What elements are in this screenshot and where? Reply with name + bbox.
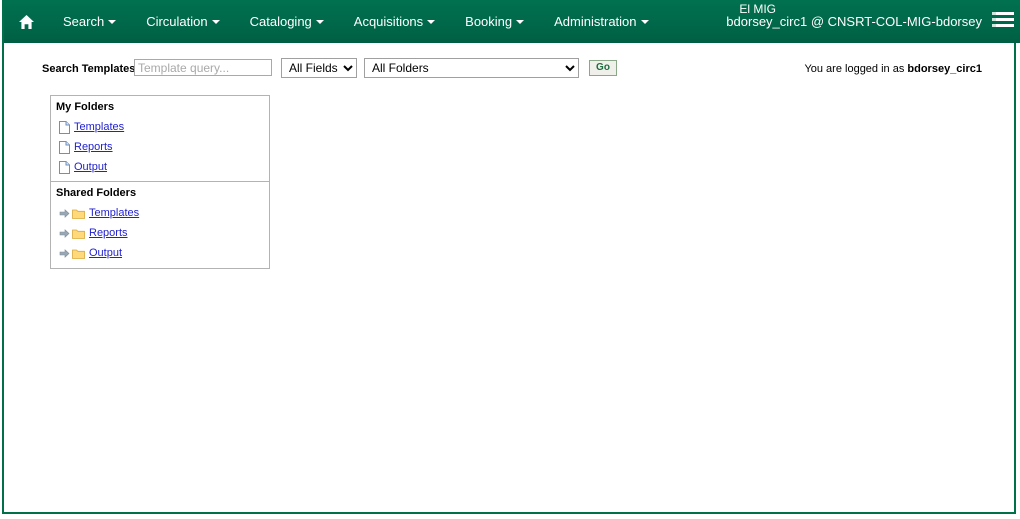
nav-menu-group: Search Circulation Cataloging Acquisitio… xyxy=(4,0,664,43)
top-navigation-bar: Search Circulation Cataloging Acquisitio… xyxy=(4,0,1020,43)
home-icon xyxy=(18,14,35,30)
home-button[interactable] xyxy=(4,0,48,43)
nav-item-circulation[interactable]: Circulation xyxy=(131,0,234,43)
search-field-select[interactable]: All Fields xyxy=(281,58,357,78)
folder-icon xyxy=(72,208,85,219)
my-folders-item-label[interactable]: Templates xyxy=(74,121,124,133)
my-folders-item-templates[interactable]: Templates xyxy=(51,117,269,137)
my-folders-item-output[interactable]: Output xyxy=(51,157,269,177)
chevron-down-icon xyxy=(427,20,436,24)
hamburger-menu-icon[interactable] xyxy=(992,11,1014,31)
shared-folders-item-label[interactable]: Reports xyxy=(89,227,128,239)
shared-folders-item-label[interactable]: Output xyxy=(89,247,122,259)
shared-folders-item-output[interactable]: Output xyxy=(51,243,269,263)
folder-icon xyxy=(72,248,85,259)
chevron-down-icon xyxy=(108,20,117,24)
login-status-user: bdorsey_circ1 xyxy=(907,63,982,75)
search-folder-select[interactable]: All Folders xyxy=(364,58,579,78)
nav-item-label: Circulation xyxy=(146,14,208,29)
logged-in-user-label[interactable]: bdorsey_circ1 @ CNSRT-COL-MIG-bdorsey xyxy=(726,14,982,29)
search-toolbar: Search Templates All Fields All Folders … xyxy=(4,43,1018,78)
page-icon xyxy=(59,120,70,134)
arrow-right-icon[interactable] xyxy=(59,228,70,239)
shared-folders-item-label[interactable]: Templates xyxy=(89,207,139,219)
application-frame: Search Circulation Cataloging Acquisitio… xyxy=(2,0,1020,514)
nav-item-booking[interactable]: Booking xyxy=(450,0,539,43)
shared-folders-title: Shared Folders xyxy=(56,187,137,199)
nav-item-label: Administration xyxy=(554,14,637,29)
my-folders-item-label[interactable]: Output xyxy=(74,161,107,173)
arrow-right-icon[interactable] xyxy=(59,208,70,219)
template-query-input[interactable] xyxy=(134,59,272,76)
nav-item-label: Search xyxy=(63,14,105,29)
my-folders-item-label[interactable]: Reports xyxy=(74,141,113,153)
arrow-right-icon[interactable] xyxy=(59,248,70,259)
shared-folders-panel: Shared Folders Templates Reports Output xyxy=(50,181,270,269)
go-button[interactable]: Go xyxy=(589,60,617,76)
page-icon xyxy=(59,160,70,174)
my-folders-panel: My Folders Templates Reports Output xyxy=(50,95,270,183)
my-folders-title: My Folders xyxy=(56,101,115,113)
page-icon xyxy=(59,140,70,154)
chevron-down-icon xyxy=(211,20,220,24)
login-status-text: You are logged in as bdorsey_circ1 xyxy=(804,63,982,75)
chevron-down-icon xyxy=(516,20,525,24)
nav-item-cataloging[interactable]: Cataloging xyxy=(235,0,339,43)
nav-item-acquisitions[interactable]: Acquisitions xyxy=(339,0,450,43)
chevron-down-icon xyxy=(315,20,324,24)
nav-item-label: Acquisitions xyxy=(353,14,424,29)
nav-item-search[interactable]: Search xyxy=(48,0,131,43)
shared-folders-item-reports[interactable]: Reports xyxy=(51,223,269,243)
nav-item-administration[interactable]: Administration xyxy=(539,0,663,43)
nav-item-label: Cataloging xyxy=(249,14,312,29)
login-status-prefix: You are logged in as xyxy=(804,63,908,75)
chevron-down-icon xyxy=(640,20,649,24)
search-templates-label: Search Templates xyxy=(42,63,136,75)
shared-folders-item-templates[interactable]: Templates xyxy=(51,203,269,223)
folder-icon xyxy=(72,228,85,239)
nav-item-label: Booking xyxy=(465,14,513,29)
my-folders-item-reports[interactable]: Reports xyxy=(51,137,269,157)
